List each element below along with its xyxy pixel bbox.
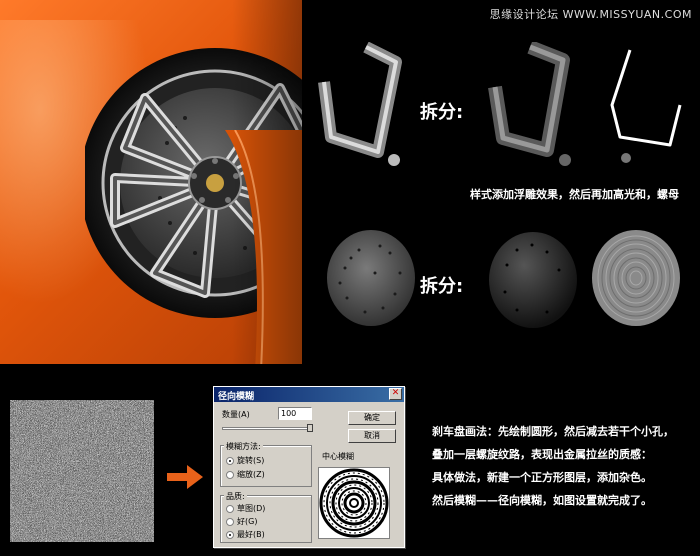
brake-disc-dark bbox=[489, 232, 577, 328]
radial-blur-dialog: 径向模糊 ✕ 数量(A) 100 确定 取消 模糊方法: 旋转(S) 缩放(Z)… bbox=[213, 386, 405, 548]
amount-slider-track[interactable] bbox=[222, 427, 310, 430]
split-label: 拆分: bbox=[420, 102, 464, 123]
dialog-title: 径向模糊 bbox=[218, 392, 255, 402]
close-icon[interactable]: ✕ bbox=[389, 388, 402, 400]
brake-disc-spiral bbox=[592, 230, 680, 326]
description-text: 样式添加浮雕效果，然后再加高光和，螺母 bbox=[470, 188, 679, 201]
dialog-title-bar: 径向模糊 ✕ bbox=[214, 387, 404, 402]
watermark: 思缘设计论坛 WWW.MISSYUAN.COM bbox=[489, 8, 692, 21]
radio-good[interactable]: 好(G) bbox=[226, 516, 257, 527]
radio-zoom[interactable]: 缩放(Z) bbox=[226, 469, 265, 480]
instruction-line: 叠加一层螺旋纹路，表现出金属拉丝的质感： bbox=[432, 448, 652, 461]
instruction-line: 具体做法，新建一个正方形图层，添加杂色。 bbox=[432, 471, 652, 484]
instruction-line: 然后模糊——径向模糊，如图设置就完成了。 bbox=[432, 494, 652, 507]
amount-slider-thumb[interactable] bbox=[307, 424, 313, 432]
spoke-piece-embossed bbox=[318, 42, 402, 166]
cancel-button[interactable]: 取消 bbox=[348, 429, 396, 443]
amount-input[interactable]: 100 bbox=[278, 407, 312, 420]
instruction-line: 刹车盘画法：先绘制圆形，然后减去若干个小孔， bbox=[432, 425, 674, 438]
radio-best[interactable]: 最好(B) bbox=[226, 529, 265, 540]
instructions-text: 刹车盘画法：先绘制圆形，然后减去若干个小孔， 叠加一层螺旋纹路，表现出金属拉丝的… bbox=[432, 420, 674, 512]
spoke-piece-highlight bbox=[610, 49, 682, 163]
ok-button[interactable]: 确定 bbox=[348, 411, 396, 425]
split-label: 拆分: bbox=[420, 276, 464, 297]
quality-label: 品质: bbox=[224, 491, 247, 502]
blur-center-label: 中心模糊 bbox=[322, 452, 354, 461]
brake-disc-holes bbox=[327, 230, 415, 326]
radio-spin[interactable]: 旋转(S) bbox=[226, 455, 264, 466]
spoke-piece-shaded bbox=[488, 42, 571, 166]
noise-texture bbox=[10, 400, 154, 542]
radio-draft[interactable]: 草图(D) bbox=[226, 503, 265, 514]
amount-label: 数量(A) bbox=[222, 410, 250, 419]
blur-center-preview[interactable] bbox=[318, 467, 390, 539]
arrow-right-icon bbox=[167, 465, 203, 489]
car-wheel-photo bbox=[0, 0, 302, 364]
blur-method-label: 模糊方法: bbox=[224, 441, 263, 452]
